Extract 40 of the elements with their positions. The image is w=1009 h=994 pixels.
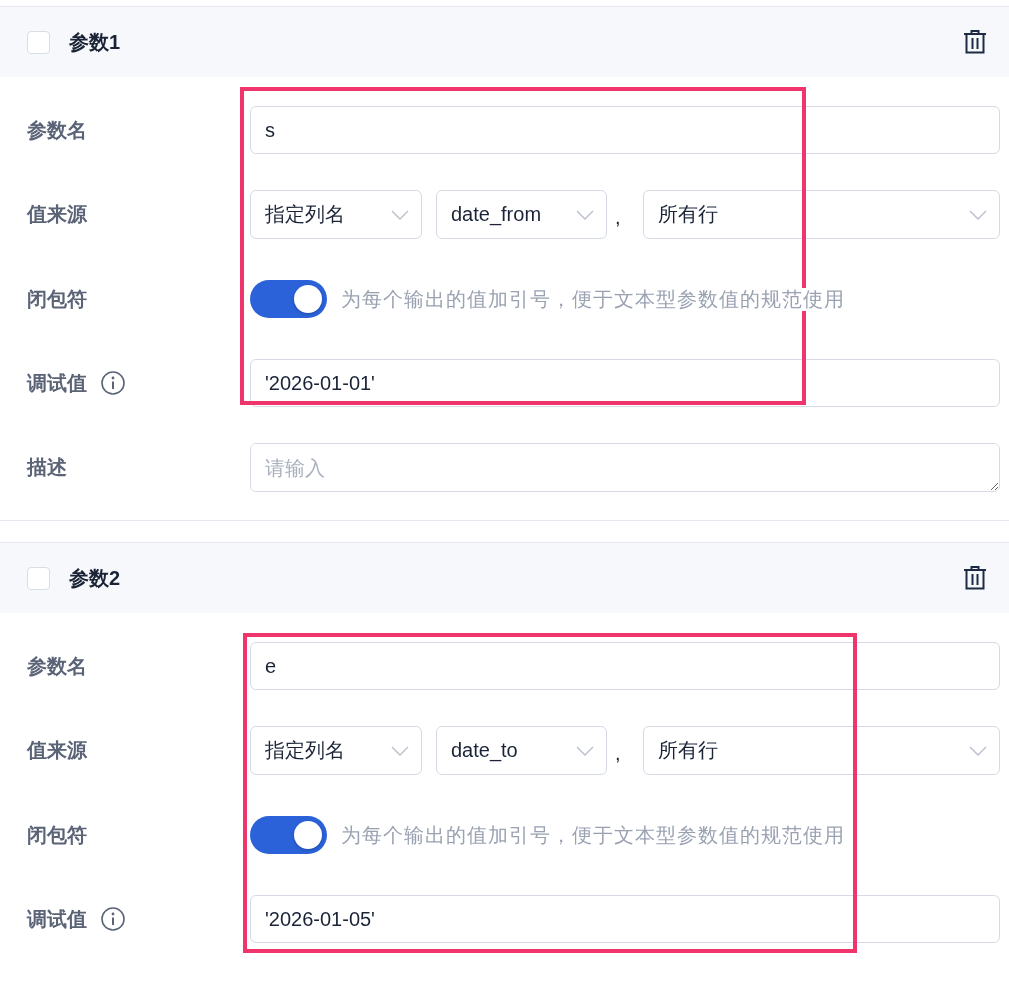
field-label: 调试值 xyxy=(27,906,87,932)
chevron-down-icon xyxy=(969,745,987,756)
dropdown[interactable]: date_to xyxy=(436,726,607,775)
trash-icon[interactable] xyxy=(963,566,987,590)
description-field[interactable]: 请输入 xyxy=(250,443,1000,492)
separator-text: , xyxy=(615,742,621,766)
dropdown[interactable]: date_from xyxy=(436,190,607,239)
trash-icon[interactable] xyxy=(963,30,987,54)
field-label: 值来源 xyxy=(27,738,87,763)
chevron-down-icon xyxy=(391,745,409,756)
text-field[interactable]: '2026-01-01' xyxy=(250,359,1000,407)
dropdown[interactable]: 指定列名 xyxy=(250,726,422,775)
chevron-down-icon xyxy=(576,745,594,756)
checkbox[interactable] xyxy=(27,30,50,54)
param-title: 参数1 xyxy=(69,29,121,55)
dropdown[interactable]: 所有行 xyxy=(642,726,1000,775)
param-title: 参数2 xyxy=(69,565,121,591)
separator-text: , xyxy=(615,206,621,230)
info-icon[interactable] xyxy=(101,371,125,395)
chevron-down-icon xyxy=(391,209,409,220)
hint-text: 为每个输出的值加引号，便于文本型参数值的规范使用 xyxy=(341,287,845,311)
checkbox[interactable] xyxy=(27,566,50,590)
field-label: 参数名 xyxy=(27,117,87,143)
chevron-down-icon xyxy=(969,209,987,220)
field-label: 参数名 xyxy=(27,653,87,679)
chevron-down-icon xyxy=(576,209,594,220)
field-label: 调试值 xyxy=(27,370,87,396)
hint-text: 为每个输出的值加引号，便于文本型参数值的规范使用 xyxy=(341,823,845,847)
info-icon[interactable] xyxy=(101,907,125,931)
toggle-switch[interactable] xyxy=(250,816,327,854)
text-field[interactable]: e xyxy=(250,642,1000,690)
text-field[interactable]: s xyxy=(250,106,1000,154)
dropdown[interactable]: 所有行 xyxy=(642,190,1000,239)
field-label: 描述 xyxy=(27,455,67,480)
field-label: 闭包符 xyxy=(27,822,87,848)
field-label: 值来源 xyxy=(27,202,87,227)
field-label: 闭包符 xyxy=(27,286,87,312)
toggle-switch[interactable] xyxy=(250,280,327,318)
dropdown[interactable]: 指定列名 xyxy=(250,190,422,239)
text-field[interactable]: '2026-01-05' xyxy=(250,895,1000,943)
